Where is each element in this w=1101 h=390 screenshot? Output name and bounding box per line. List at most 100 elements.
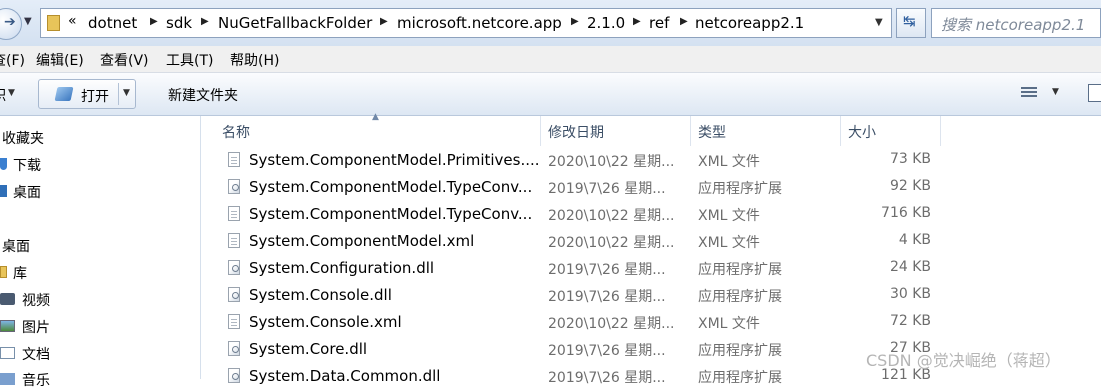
refresh-button[interactable]: ↹ — [896, 8, 926, 38]
open-button[interactable]: 打开 ▼ — [38, 79, 136, 109]
menu-view[interactable]: 查看(V) — [100, 50, 149, 70]
chevron-right-icon[interactable]: ▶ — [150, 16, 158, 27]
watermark: CSDN @觉决崛绝（蒋超） — [866, 351, 1061, 370]
breadcrumb-dotnet[interactable]: dotnet — [88, 14, 137, 32]
file-type: 应用程序扩展 — [698, 289, 782, 305]
xml-file-icon — [228, 314, 240, 329]
file-date: 2019\7\26 星期... — [548, 370, 666, 386]
column-header-name[interactable]: 名称 — [222, 122, 250, 142]
file-size: 24 KB — [889, 259, 931, 275]
nav-pictures[interactable]: 图片 — [22, 317, 50, 337]
history-dropdown-icon[interactable]: ▼ — [24, 16, 32, 27]
file-type: XML 文件 — [698, 316, 760, 332]
file-name: System.Core.dll — [249, 340, 368, 358]
video-icon — [0, 293, 15, 305]
file-name: System.Console.xml — [249, 313, 402, 331]
file-date: 2019\7\26 星期... — [548, 343, 666, 359]
file-row[interactable]: System.Configuration.dll 2019\7\26 星期... 应… — [222, 255, 942, 282]
column-divider[interactable] — [540, 116, 541, 146]
file-name: System.Configuration.dll — [249, 259, 435, 277]
pictures-icon — [0, 320, 15, 332]
file-size: 716 KB — [881, 205, 931, 221]
nav-music[interactable]: 音乐 — [22, 370, 50, 390]
address-dropdown-icon[interactable]: ▼ — [875, 17, 883, 28]
open-label: 打开 — [81, 89, 109, 105]
file-row[interactable]: System.ComponentModel.Primitives.... 2020… — [222, 147, 942, 174]
open-dropdown-icon[interactable]: ▼ — [123, 88, 130, 98]
nav-documents[interactable]: 文档 — [22, 344, 50, 364]
xml-file-icon — [228, 152, 240, 167]
breadcrumb-ref[interactable]: ref — [649, 14, 669, 32]
nav-favorites[interactable]: 收藏夹 — [2, 128, 44, 148]
file-date: 2019\7\26 星期... — [548, 262, 666, 278]
nav-library[interactable]: 库 — [13, 263, 27, 283]
file-date: 2020\10\22 星期... — [548, 235, 675, 251]
file-date: 2020\10\22 星期... — [548, 154, 675, 170]
file-row[interactable]: System.ComponentModel.TypeConv... 2019\7\… — [222, 174, 942, 201]
file-row[interactable]: System.Console.xml 2020\10\22 星期... XML 文件… — [222, 309, 942, 336]
organize-dropdown-icon[interactable]: ▼ — [8, 88, 15, 98]
file-date: 2019\7\26 星期... — [548, 289, 666, 305]
column-header-date[interactable]: 修改日期 — [548, 122, 604, 142]
dll-file-icon — [228, 287, 240, 302]
column-divider[interactable] — [940, 116, 941, 146]
file-type: 应用程序扩展 — [698, 370, 782, 386]
breadcrumb-microsoft-netcore-app[interactable]: microsoft.netcore.app — [397, 14, 562, 32]
list-view-icon — [1021, 87, 1037, 99]
nav-desktop[interactable]: 桌面 — [2, 236, 30, 256]
file-row[interactable]: System.Core.dll 2019\7\26 星期... 应用程序扩展 27 K… — [222, 336, 942, 363]
new-folder-button[interactable]: 新建文件夹 — [168, 85, 238, 105]
column-divider[interactable] — [840, 116, 841, 146]
file-name: System.ComponentModel.TypeConv... — [249, 178, 533, 196]
search-input[interactable]: 搜索 netcoreapp2.1 — [931, 8, 1101, 38]
refresh-icon: ↹ — [903, 12, 916, 30]
file-name: System.ComponentModel.xml — [249, 232, 475, 250]
file-type: 应用程序扩展 — [698, 262, 782, 278]
menu-file[interactable]: 查(F) — [0, 50, 25, 70]
desktop-icon — [0, 185, 7, 197]
file-size: 92 KB — [889, 178, 931, 194]
menu-help[interactable]: 帮助(H) — [230, 50, 279, 70]
breadcrumb-version[interactable]: 2.1.0 — [587, 14, 625, 32]
nav-videos[interactable]: 视频 — [22, 290, 50, 310]
library-icon — [0, 266, 7, 278]
nav-downloads[interactable]: 下载 — [13, 155, 41, 175]
menu-edit[interactable]: 编辑(E) — [36, 50, 84, 70]
column-divider[interactable] — [690, 116, 691, 146]
open-divider — [118, 83, 119, 105]
column-header-type[interactable]: 类型 — [698, 122, 726, 142]
file-row[interactable]: System.Data.Common.dll 2019\7\26 星期... 应用程… — [222, 363, 942, 390]
breadcrumb-sdk[interactable]: sdk — [166, 14, 192, 32]
file-row[interactable]: System.Console.dll 2019\7\26 星期... 应用程序扩展 3… — [222, 282, 942, 309]
folder-icon — [47, 15, 60, 31]
back-button[interactable]: ➔ — [0, 8, 22, 40]
chevron-right-icon[interactable]: ▶ — [201, 16, 209, 27]
dll-file-icon — [228, 341, 240, 356]
view-options-button[interactable]: ▼ — [1018, 82, 1068, 106]
column-header-size[interactable]: 大小 — [848, 122, 876, 142]
address-bar[interactable]: « dotnet ▶ sdk ▶ NuGetFallbackFolder ▶ m… — [40, 8, 892, 38]
breadcrumb-nugetfallbackfolder[interactable]: NuGetFallbackFolder — [218, 14, 372, 32]
file-row[interactable]: System.ComponentModel.TypeConv... 2020\10… — [222, 201, 942, 228]
file-name: System.ComponentModel.TypeConv... — [249, 205, 533, 223]
file-size: 72 KB — [889, 313, 931, 329]
preview-pane-button[interactable] — [1088, 84, 1101, 102]
file-name: System.Data.Common.dll — [249, 367, 441, 385]
breadcrumb-overflow[interactable]: « — [68, 13, 77, 29]
file-size: 30 KB — [889, 286, 931, 302]
nav-desktop-favorite[interactable]: 桌面 — [13, 182, 41, 202]
menu-tools[interactable]: 工具(T) — [166, 50, 213, 70]
file-date: 2020\10\22 星期... — [548, 316, 675, 332]
documents-icon — [0, 347, 15, 359]
dll-file-icon — [228, 179, 240, 194]
music-icon — [0, 373, 15, 385]
chevron-right-icon[interactable]: ▶ — [380, 16, 388, 27]
breadcrumb-netcoreapp[interactable]: netcoreapp2.1 — [695, 14, 804, 32]
chevron-right-icon[interactable]: ▶ — [680, 16, 688, 27]
file-type: 应用程序扩展 — [698, 181, 782, 197]
organize-button[interactable]: 积 — [0, 85, 6, 105]
chevron-right-icon[interactable]: ▶ — [571, 16, 579, 27]
view-dropdown-icon: ▼ — [1052, 87, 1059, 97]
chevron-right-icon[interactable]: ▶ — [633, 16, 641, 27]
file-row[interactable]: System.ComponentModel.xml 2020\10\22 星期..… — [222, 228, 942, 255]
